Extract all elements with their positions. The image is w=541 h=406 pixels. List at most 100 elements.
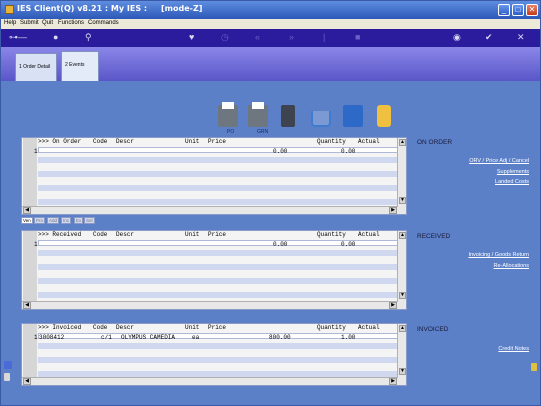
scroll-up-icon[interactable]: ▲ — [399, 232, 406, 239]
title-bar[interactable]: IES Client(Q) v8.21 : My IES : [mode-Z] … — [1, 1, 540, 19]
menu-commands[interactable]: Commands — [88, 20, 119, 26]
clock-icon[interactable]: ◷ — [221, 33, 229, 42]
scroll-down-icon[interactable]: ▼ — [399, 292, 406, 299]
tab-ex[interactable]: Ex — [74, 217, 84, 224]
table-row[interactable] — [38, 364, 398, 370]
minimize-button[interactable]: _ — [498, 4, 510, 16]
table-row[interactable] — [38, 292, 398, 298]
key-icon[interactable]: ⊶— — [9, 33, 27, 42]
table-row[interactable] — [38, 199, 398, 205]
credit-notes-link[interactable]: Credit Notes — [498, 346, 529, 352]
help-icon[interactable]: ● — [53, 33, 58, 42]
scroll-right-icon[interactable]: ▶ — [389, 378, 397, 385]
scroll-up-icon[interactable]: ▲ — [399, 139, 406, 146]
scroll-up-icon[interactable]: ▲ — [399, 325, 406, 332]
menu-bar: Help Submit Quit Functions Commands — [1, 19, 540, 29]
tab-order-detail[interactable]: 1 Order Detail — [15, 53, 57, 81]
check-icon[interactable]: ✔ — [485, 33, 493, 42]
table-row[interactable] — [38, 264, 398, 270]
basket-icon[interactable] — [311, 111, 331, 127]
col-on-order: >>> On Order — [38, 138, 82, 145]
col-unit: Unit — [185, 324, 200, 331]
truck-icon[interactable] — [343, 105, 363, 127]
scroll-left-icon[interactable]: ◀ — [23, 378, 31, 385]
menu-functions[interactable]: Functions — [58, 20, 84, 26]
table-row[interactable] — [38, 185, 398, 191]
scroll-right-icon[interactable]: ▶ — [389, 302, 397, 309]
search-icon[interactable]: ⚲ — [85, 33, 92, 42]
tab-inc[interactable]: Inc — [61, 217, 72, 224]
table-row[interactable] — [38, 350, 398, 356]
horizontal-scrollbar[interactable]: ◀ ▶ — [22, 206, 398, 214]
help-corner-icon[interactable] — [531, 363, 537, 371]
po-label: PO — [227, 129, 235, 135]
user-icon[interactable]: ◉ — [453, 33, 461, 42]
table-row[interactable] — [38, 257, 398, 263]
col-unit: Unit — [185, 138, 200, 145]
received-grid: >>> Received Code Descr Unit Price Quant… — [21, 230, 407, 310]
maximize-button[interactable]: □ — [512, 4, 524, 16]
close-icon[interactable]: ✕ — [517, 33, 525, 42]
vertical-scrollbar[interactable]: ▲ ▼ — [397, 324, 406, 385]
table-row[interactable]: 0.00 0.00 — [38, 147, 398, 155]
invoice-number-cell: 3008412 — [39, 334, 65, 341]
col-descr: Descr — [116, 231, 135, 238]
re-allocations-link[interactable]: Re-Allocations — [494, 263, 529, 269]
col-unit: Unit — [185, 231, 200, 238]
scroll-left-icon[interactable]: ◀ — [23, 302, 31, 309]
table-row[interactable] — [38, 357, 398, 363]
table-row[interactable] — [38, 192, 398, 198]
table-row[interactable]: 0.00 0.00 — [38, 240, 398, 248]
menu-quit[interactable]: Quit — [42, 20, 53, 26]
tab-sel[interactable]: Sel — [84, 217, 95, 224]
horizontal-scrollbar[interactable]: ◀ ▶ — [22, 301, 398, 309]
scroll-right-icon[interactable]: ▶ — [389, 207, 397, 214]
table-row[interactable] — [38, 271, 398, 277]
tab-ven[interactable]: Ven — [21, 217, 33, 224]
pipe-icon[interactable]: | — [323, 33, 325, 42]
horizontal-scrollbar[interactable]: ◀ ▶ — [22, 377, 398, 385]
supplements-link[interactable]: Supplements — [497, 169, 529, 175]
vertical-scrollbar[interactable]: ▲ ▼ — [397, 138, 406, 214]
landed-costs-link[interactable]: Landed Costs — [495, 179, 529, 185]
received-panel: RECEIVED Invoicing / Goods Return Re-All… — [411, 231, 537, 281]
fast-forward-icon[interactable]: » — [289, 33, 294, 42]
table-row[interactable] — [38, 278, 398, 284]
tab-pro[interactable]: Pro — [34, 217, 46, 224]
tab-add[interactable]: Add — [47, 217, 60, 224]
col-descr: Descr — [116, 324, 135, 331]
po-printer-icon[interactable] — [218, 102, 238, 127]
table-row[interactable] — [38, 157, 398, 163]
scroll-down-icon[interactable]: ▼ — [399, 197, 406, 204]
grid-header: >>> On Order Code Descr Unit Price Quant… — [22, 138, 398, 146]
table-row[interactable] — [38, 343, 398, 349]
heart-icon[interactable]: ♥ — [189, 33, 194, 42]
grid-header: >>> Invoiced Code Descr Unit Price Quant… — [22, 324, 398, 332]
orv-price-adj-cancel-link[interactable]: ORV / Price Adj / Cancel — [469, 158, 529, 164]
table-row[interactable] — [38, 171, 398, 177]
scroll-left-icon[interactable]: ◀ — [23, 207, 31, 214]
tab-events[interactable]: 2 Events — [61, 51, 99, 81]
vertical-scrollbar[interactable]: ▲ ▼ — [397, 231, 406, 309]
grn-printer-icon[interactable] — [248, 102, 268, 127]
menu-help[interactable]: Help — [4, 20, 16, 26]
menu-submit[interactable]: Submit — [20, 20, 39, 26]
table-row[interactable]: 3008412 c/1 OLYMPUS CAMEDIA ea 800.00 1.… — [38, 333, 398, 341]
table-row[interactable] — [38, 178, 398, 184]
jar-icon[interactable] — [377, 105, 391, 127]
calculator-icon[interactable] — [281, 105, 295, 127]
stop-icon[interactable]: ■ — [355, 33, 360, 42]
table-row[interactable] — [38, 285, 398, 291]
col-price: Price — [208, 231, 227, 238]
col-price: Price — [208, 138, 227, 145]
scroll-down-icon[interactable]: ▼ — [399, 368, 406, 375]
table-row[interactable] — [38, 250, 398, 256]
table-row[interactable] — [38, 164, 398, 170]
app-icon — [5, 5, 14, 14]
col-quantity: Quantity — [317, 324, 346, 331]
invoicing-goods-return-link[interactable]: Invoicing / Goods Return — [468, 252, 529, 258]
col-actual: Actual — [358, 138, 380, 145]
price-cell: 0.00 — [273, 148, 288, 155]
close-button[interactable]: ✕ — [526, 4, 538, 16]
rewind-icon[interactable]: « — [255, 33, 260, 42]
